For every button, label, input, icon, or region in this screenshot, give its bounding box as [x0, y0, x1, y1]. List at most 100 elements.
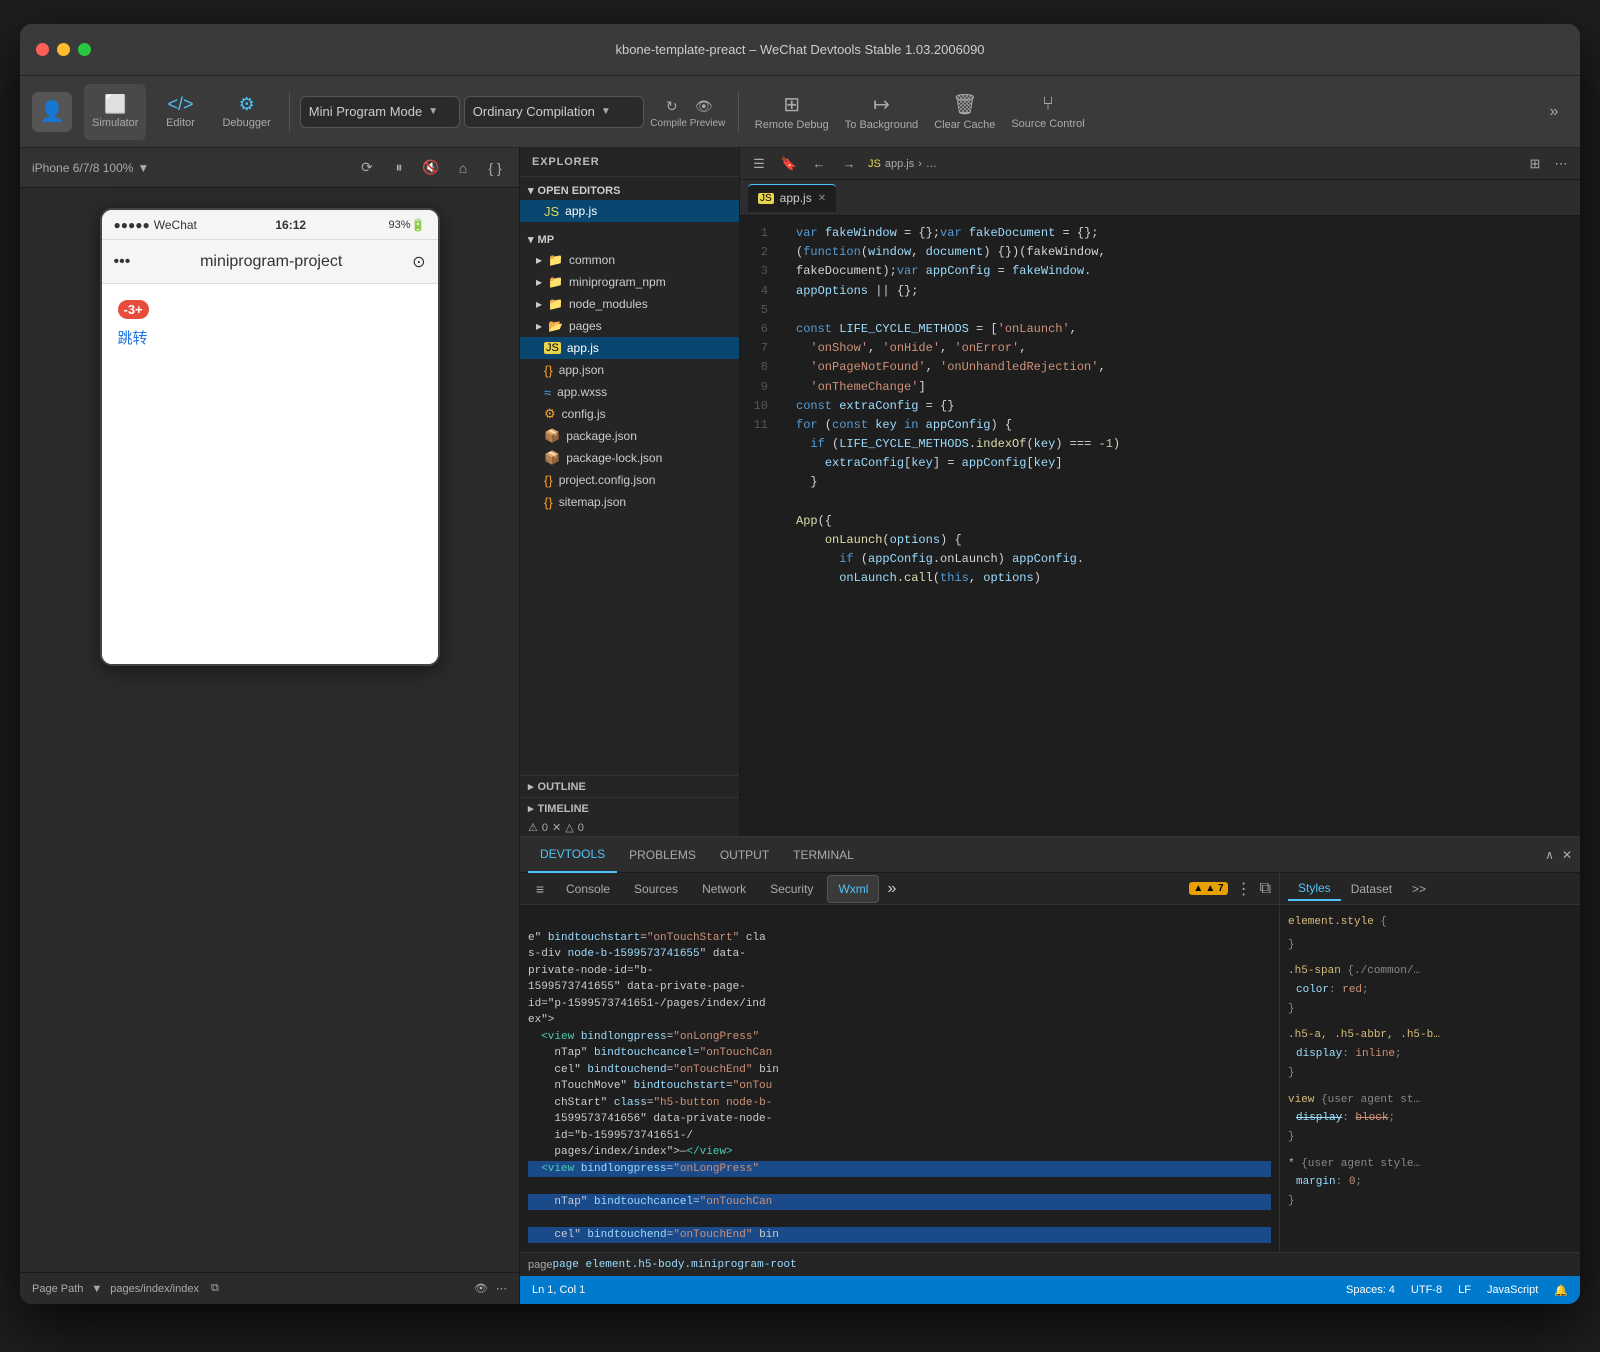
file-packagelockjson[interactable]: 📦 package-lock.json: [520, 447, 739, 469]
open-file-item[interactable]: JS app.js: [520, 200, 739, 222]
folder-pages[interactable]: ▸ 📂 pages: [520, 315, 739, 337]
to-background-button[interactable]: ↦ To Background: [839, 84, 924, 140]
copy-console-icon[interactable]: ⧉: [1260, 880, 1271, 898]
file-configjs[interactable]: ⚙ config.js: [520, 403, 739, 425]
mp-section-header[interactable]: ▾ MP: [520, 230, 739, 249]
more-tabs-icon[interactable]: »: [887, 880, 896, 898]
page-path-value: pages/index/index: [110, 1283, 199, 1295]
status-bell-icon[interactable]: 🔔: [1554, 1284, 1568, 1297]
sim-pause-icon[interactable]: ⏸: [387, 156, 411, 180]
bookmark-icon[interactable]: 🔖: [778, 153, 800, 175]
split-icon[interactable]: ⊞: [1524, 153, 1546, 175]
more-dots-icon[interactable]: ⋯: [1550, 153, 1572, 175]
outline-header[interactable]: ▸ OUTLINE: [520, 776, 739, 797]
mode-dropdown[interactable]: Mini Program Mode ▼: [300, 96, 460, 128]
source-control-icon: ⑂: [1042, 93, 1054, 116]
selected-element-label: page: [528, 1259, 552, 1271]
home-circle-icon[interactable]: ⊙: [412, 252, 425, 272]
page-path-label: Page Path: [32, 1283, 83, 1295]
styles-tab-dataset[interactable]: Dataset: [1341, 878, 1402, 900]
clear-cache-icon: 🗑: [952, 92, 977, 117]
editor-button[interactable]: </> Editor: [150, 84, 210, 140]
clear-cache-button[interactable]: 🗑 Clear Cache: [928, 84, 1001, 140]
style-rule-h5a: .h5-a, .h5-abbr, .h5-b… display: inline;…: [1288, 1026, 1572, 1082]
styles-tab-more[interactable]: >>: [1402, 878, 1436, 900]
warning-badge: ▲ ▲ 7: [1189, 882, 1227, 895]
subtab-console[interactable]: Console: [556, 875, 620, 903]
file-sitemapjson[interactable]: {} sitemap.json: [520, 491, 739, 513]
tab-js-icon: JS: [758, 193, 774, 204]
subtab-sources[interactable]: Sources: [624, 875, 688, 903]
tab-output[interactable]: OUTPUT: [708, 837, 781, 873]
folder-node-modules[interactable]: ▸ 📁 node_modules: [520, 293, 739, 315]
eye-icon[interactable]: 👁: [474, 1282, 488, 1295]
file-appjs[interactable]: JS app.js: [520, 337, 739, 359]
hamburger-icon[interactable]: ☰: [748, 153, 770, 175]
configjs-icon: ⚙: [544, 406, 556, 422]
maximize-button[interactable]: [78, 43, 91, 56]
tab-appjs[interactable]: JS app.js ✕: [748, 184, 836, 212]
file-appjson[interactable]: {} app.json: [520, 359, 739, 381]
editor-label: Editor: [166, 117, 195, 129]
status-language: JavaScript: [1487, 1284, 1538, 1297]
code-area[interactable]: 1234 5678 91011 var fakeWindow = {};var …: [740, 216, 1580, 836]
js-file-icon: JS: [544, 204, 559, 219]
subtab-security[interactable]: Security: [760, 875, 823, 903]
sim-code-icon[interactable]: { }: [483, 156, 507, 180]
link-text[interactable]: 跳转: [118, 327, 422, 348]
chevron-down-icon-2: ▼: [601, 106, 611, 117]
remote-debug-icon: ⊞: [783, 92, 800, 117]
sim-home-icon[interactable]: ⌂: [451, 156, 475, 180]
tab-terminal[interactable]: TERMINAL: [781, 837, 866, 873]
more-options-icon[interactable]: ⋮: [1236, 879, 1252, 899]
open-editors-header[interactable]: ▾ OPEN EDITORS: [520, 181, 739, 200]
dots-icon[interactable]: ⋯: [496, 1282, 507, 1295]
explorer-header: EXPLORER: [520, 148, 739, 177]
back-icon[interactable]: ←: [808, 153, 830, 175]
close-devtools-icon[interactable]: ✕: [1562, 848, 1572, 862]
folder-icon-2: 📁: [548, 275, 563, 289]
tab-devtools[interactable]: DEVTOOLS: [528, 837, 617, 873]
compilation-dropdown[interactable]: Ordinary Compilation ▼: [464, 96, 644, 128]
minimize-button[interactable]: [57, 43, 70, 56]
folder-miniprogram-npm[interactable]: ▸ 📁 miniprogram_npm: [520, 271, 739, 293]
forward-icon[interactable]: →: [838, 153, 860, 175]
chevron-down-icon-4: ▼: [91, 1283, 102, 1295]
devtools-right: Styles Dataset >> element.style { }: [1280, 873, 1580, 1252]
more-button[interactable]: »: [1540, 98, 1568, 126]
source-control-button[interactable]: ⑂ Source Control: [1005, 84, 1090, 140]
app-window: kbone-template-preact – WeChat Devtools …: [20, 24, 1580, 1304]
refresh-icon[interactable]: ↻: [660, 94, 684, 118]
menu-dots-icon[interactable]: •••: [114, 253, 131, 271]
timeline-header[interactable]: ▸ TIMELINE: [520, 797, 739, 819]
file-projectconfigjson[interactable]: {} project.config.json: [520, 469, 739, 491]
simulator-content: ●●●●● WeChat 16:12 93% 🔋 ••• miniprogram…: [20, 188, 519, 1272]
status-ln-col: Ln 1, Col 1: [532, 1284, 585, 1296]
debugger-label: Debugger: [222, 117, 270, 129]
tab-problems[interactable]: PROBLEMS: [617, 837, 708, 873]
debugger-button[interactable]: ⚙ Debugger: [214, 84, 278, 140]
console-sidebar-icon[interactable]: ≡: [528, 877, 552, 901]
code-content[interactable]: var fakeWindow = {};var fakeDocument = {…: [780, 216, 1580, 836]
remote-debug-button[interactable]: ⊞ Remote Debug: [749, 84, 835, 140]
compile-preview-label: Compile Preview: [650, 118, 725, 129]
tab-close-icon[interactable]: ✕: [818, 193, 826, 204]
sim-volume-icon[interactable]: 🔇: [419, 156, 443, 180]
file-packagejson[interactable]: 📦 package.json: [520, 425, 739, 447]
projcfg-icon: {}: [544, 473, 553, 488]
clear-cache-label: Clear Cache: [934, 119, 995, 131]
styles-tab-styles[interactable]: Styles: [1288, 877, 1341, 901]
chevron-up-icon[interactable]: ∧: [1545, 848, 1554, 862]
sim-rotate-icon[interactable]: ⟳: [355, 156, 379, 180]
simulator-button[interactable]: ⬜ Simulator: [84, 84, 146, 140]
preview-icon[interactable]: 👁: [692, 94, 716, 118]
close-button[interactable]: [36, 43, 49, 56]
subtab-network[interactable]: Network: [692, 875, 756, 903]
file-appwxss[interactable]: ≈ app.wxss: [520, 381, 739, 403]
xml-content[interactable]: e" bindtouchstart="onTouchStart" cla s-d…: [520, 905, 1279, 1252]
subtab-wxml[interactable]: Wxml: [827, 875, 879, 903]
code-editor: ☰ 🔖 ← → JS app.js › … ⊞ ⋯: [740, 148, 1580, 836]
folder-common[interactable]: ▸ 📁 common: [520, 249, 739, 271]
json-icon: {}: [544, 363, 553, 378]
selected-element-path: page element.h5-body.miniprogram-root: [552, 1259, 796, 1271]
